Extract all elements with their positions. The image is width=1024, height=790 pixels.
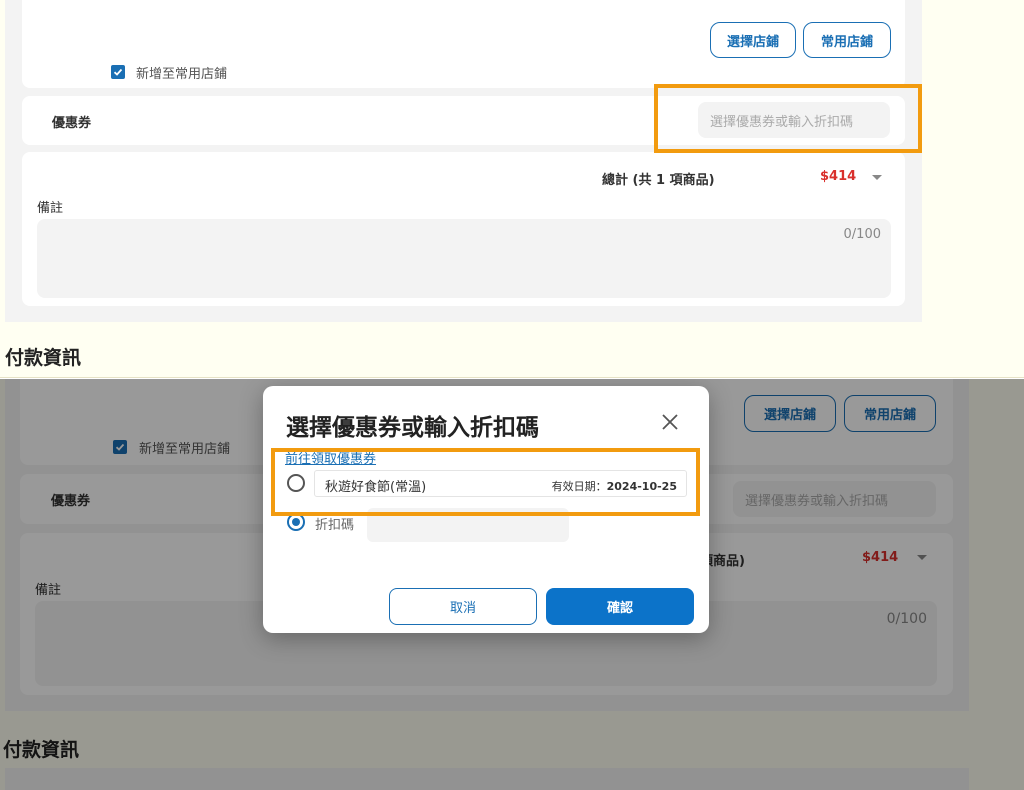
- store-card: 選擇店鋪 常用店鋪 新增至常用店鋪: [22, 0, 905, 88]
- bottom-screenshot-panel: 選擇店鋪 常用店鋪 新增至常用店鋪 優惠券 選擇優惠券或輸入折扣碼 項商品) $…: [0, 379, 1024, 790]
- total-price: $414: [820, 169, 857, 184]
- coupon-option-highlight: [271, 448, 700, 516]
- notes-label: 備註: [37, 201, 64, 216]
- add-favorite-checkbox[interactable]: [111, 65, 125, 79]
- coupon-field-highlight: [654, 84, 922, 153]
- confirm-button[interactable]: 確認: [546, 588, 694, 625]
- total-label: 總計 (共 1 項商品): [602, 173, 715, 188]
- notes-textarea[interactable]: 0/100: [37, 219, 891, 298]
- check-icon: [113, 68, 123, 76]
- modal-title: 選擇優惠券或輸入折扣碼: [286, 415, 539, 441]
- cancel-button[interactable]: 取消: [389, 588, 537, 625]
- top-screenshot-panel: 選擇店鋪 常用店鋪 新增至常用店鋪 優惠券 選擇優惠券或輸入折扣碼 總計 (共 …: [0, 0, 1024, 378]
- summary-card: 總計 (共 1 項商品) $414 0/100: [22, 152, 905, 306]
- coupon-label: 優惠券: [52, 116, 92, 131]
- notes-counter: 0/100: [843, 227, 881, 242]
- select-store-button[interactable]: 選擇店鋪: [710, 22, 796, 58]
- favorite-store-button[interactable]: 常用店鋪: [803, 22, 891, 58]
- discount-code-label: 折扣碼: [315, 518, 355, 533]
- payment-section-title: 付款資訊: [5, 347, 82, 369]
- expand-caret-icon[interactable]: [872, 175, 882, 180]
- close-icon[interactable]: [658, 410, 682, 434]
- add-favorite-label: 新增至常用店鋪: [136, 67, 228, 82]
